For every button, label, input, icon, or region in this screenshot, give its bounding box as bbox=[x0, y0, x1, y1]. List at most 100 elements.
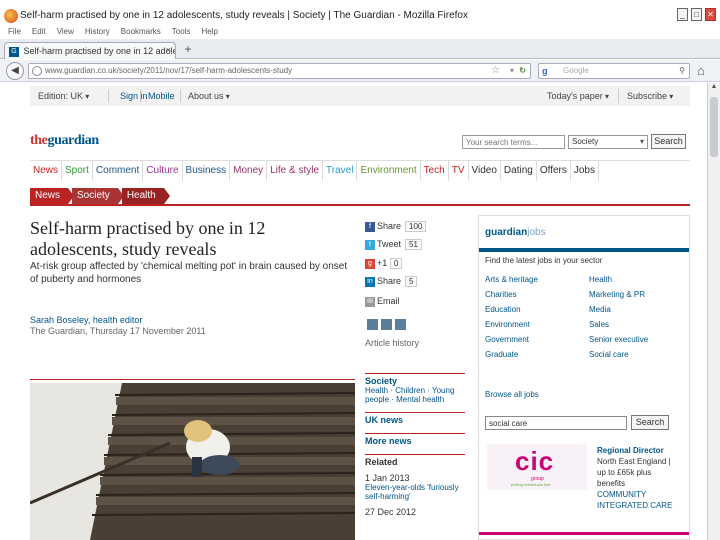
jobs-sector-link[interactable]: Graduate bbox=[485, 350, 589, 359]
related-date: 27 Dec 2012 bbox=[365, 507, 417, 517]
nav-news[interactable]: News bbox=[30, 161, 63, 181]
jobs-sector-link[interactable]: Social care bbox=[589, 350, 685, 359]
jobs-sector-link[interactable]: Health bbox=[589, 275, 685, 284]
minimize-button[interactable]: _ bbox=[677, 8, 688, 21]
menu-help[interactable]: Help bbox=[201, 27, 217, 38]
menu-file[interactable]: File bbox=[8, 27, 21, 38]
nav-jobs[interactable]: Jobs bbox=[571, 161, 599, 181]
guardian-jobs-logo[interactable]: guardianjobs bbox=[485, 227, 546, 238]
cic-group-logo[interactable]: cic group putting individuals first bbox=[487, 444, 587, 490]
subscribe-menu[interactable]: Subscribe bbox=[627, 91, 673, 101]
article-tools bbox=[367, 319, 406, 330]
related-tags[interactable]: Health · Children · Young people · Menta… bbox=[365, 386, 465, 404]
menu-bookmarks[interactable]: Bookmarks bbox=[121, 27, 161, 38]
breadcrumb-news[interactable]: News bbox=[30, 188, 75, 204]
vertical-scrollbar[interactable]: ▲ bbox=[707, 83, 720, 540]
google-plus-button[interactable]: g +1 0 bbox=[365, 258, 435, 269]
facebook-share-button[interactable]: f Share 100 bbox=[365, 221, 435, 232]
jobs-sector-link[interactable]: Arts & heritage bbox=[485, 275, 589, 284]
site-search-input[interactable] bbox=[462, 135, 565, 149]
browse-all-jobs-link[interactable]: Browse all jobs bbox=[485, 390, 539, 399]
site-identity-icon[interactable] bbox=[32, 66, 42, 76]
jobs-sector-link[interactable]: Government bbox=[485, 335, 589, 344]
nav-money[interactable]: Money bbox=[230, 161, 268, 181]
search-section-select[interactable]: Society bbox=[568, 135, 648, 149]
url-history-dropdown-icon[interactable]: ▾ bbox=[510, 64, 514, 78]
divider bbox=[108, 89, 109, 103]
about-us-menu[interactable]: About us bbox=[188, 91, 230, 101]
nav-travel[interactable]: Travel bbox=[323, 161, 358, 181]
todays-paper-menu[interactable]: Today's paper bbox=[547, 91, 609, 101]
guardian-logo[interactable]: theguardian bbox=[30, 133, 99, 149]
edition-selector[interactable]: Edition: UK bbox=[38, 91, 89, 101]
nav-offers[interactable]: Offers bbox=[537, 161, 571, 181]
browser-search-box[interactable]: g Google ⚲ bbox=[538, 63, 690, 79]
browser-search-placeholder: Google bbox=[563, 66, 589, 75]
scrollbar-thumb[interactable] bbox=[710, 97, 718, 157]
linkedin-icon: in bbox=[365, 276, 375, 287]
new-tab-button[interactable]: + bbox=[180, 42, 196, 57]
linkedin-share-button[interactable]: in Share 5 bbox=[365, 276, 435, 287]
jobs-sector-link[interactable]: Marketing & PR bbox=[589, 290, 685, 299]
related-uk-news[interactable]: UK news bbox=[365, 412, 465, 425]
tab-label: Self-harm practised by one in 12 adolesc… bbox=[23, 46, 175, 56]
reload-icon[interactable]: ↻ bbox=[519, 64, 526, 78]
menu-bar: File Edit View History Bookmarks Tools H… bbox=[0, 27, 720, 38]
home-icon[interactable]: ⌂ bbox=[697, 63, 705, 78]
site-search-button[interactable]: Search bbox=[651, 134, 686, 149]
nav-culture[interactable]: Culture bbox=[143, 161, 183, 181]
browser-tab[interactable]: G Self-harm practised by one in 12 adole… bbox=[4, 42, 176, 59]
jobs-search-input[interactable] bbox=[485, 416, 627, 430]
article-headline: Self-harm practised by one in 12 adolesc… bbox=[30, 218, 266, 259]
tweet-button[interactable]: t Tweet 51 bbox=[365, 239, 435, 250]
search-icon[interactable]: ⚲ bbox=[679, 64, 685, 78]
bookmark-star-icon[interactable]: ☆ bbox=[491, 64, 500, 78]
address-bar[interactable]: www.guardian.co.uk/society/2011/nov/17/s… bbox=[28, 63, 531, 79]
sign-in-link[interactable]: Sign in bbox=[120, 91, 148, 101]
scroll-up-arrow-icon[interactable]: ▲ bbox=[708, 83, 720, 95]
breadcrumb: News Society Health bbox=[30, 188, 170, 204]
jobs-panel-bottom-rule bbox=[479, 532, 689, 540]
email-icon: ✉ bbox=[365, 296, 375, 307]
jobs-sector-link[interactable]: Media bbox=[589, 305, 685, 314]
text-size-icon[interactable] bbox=[381, 319, 392, 330]
breadcrumb-society[interactable]: Society bbox=[72, 188, 124, 204]
jobs-sector-link[interactable]: Charities bbox=[485, 290, 589, 299]
related-more-news[interactable]: More news bbox=[365, 433, 465, 446]
google-icon[interactable]: g bbox=[542, 66, 548, 76]
menu-history[interactable]: History bbox=[85, 27, 110, 38]
print-icon[interactable] bbox=[367, 319, 378, 330]
menu-edit[interactable]: Edit bbox=[32, 27, 46, 38]
nav-comment[interactable]: Comment bbox=[93, 161, 144, 181]
jobs-sector-link[interactable]: Environment bbox=[485, 320, 589, 329]
nav-environment[interactable]: Environment bbox=[357, 161, 421, 181]
email-button[interactable]: ✉ Email bbox=[365, 296, 435, 307]
nav-tv[interactable]: TV bbox=[449, 161, 469, 181]
nav-dating[interactable]: Dating bbox=[501, 161, 537, 181]
article-photo-girl-on-stairs bbox=[30, 383, 355, 540]
menu-view[interactable]: View bbox=[57, 27, 74, 38]
breadcrumb-health[interactable]: Health bbox=[121, 188, 170, 204]
close-window-button[interactable]: ✕ bbox=[705, 8, 716, 21]
related-link[interactable]: Eleven-year-olds 'furiously self-harming… bbox=[365, 483, 465, 501]
menu-tools[interactable]: Tools bbox=[172, 27, 191, 38]
jobs-search-button[interactable]: Search bbox=[631, 415, 669, 430]
nav-tech[interactable]: Tech bbox=[421, 161, 449, 181]
mobile-link[interactable]: Mobile bbox=[148, 91, 175, 101]
article-history-link[interactable]: Article history bbox=[365, 338, 419, 348]
jobs-sector-link[interactable]: Senior executive bbox=[589, 335, 685, 344]
job-ad-title-link[interactable]: Regional Director bbox=[597, 446, 664, 455]
related-heading: Related bbox=[365, 454, 465, 467]
nav-business[interactable]: Business bbox=[183, 161, 231, 181]
jobs-sector-link[interactable]: Education bbox=[485, 305, 589, 314]
tab-close-icon[interactable]: × bbox=[166, 45, 171, 55]
nav-video[interactable]: Video bbox=[469, 161, 501, 181]
nav-sport[interactable]: Sport bbox=[62, 161, 93, 181]
jobs-sector-link[interactable]: Sales bbox=[589, 320, 685, 329]
clip-icon[interactable] bbox=[395, 319, 406, 330]
maximize-button[interactable]: □ bbox=[691, 8, 702, 21]
nav-life-style[interactable]: Life & style bbox=[267, 161, 324, 181]
back-button[interactable]: ◀ bbox=[6, 62, 24, 80]
author-byline[interactable]: Sarah Boseley, health editor bbox=[30, 315, 142, 325]
related-section-society[interactable]: Society bbox=[365, 373, 465, 386]
